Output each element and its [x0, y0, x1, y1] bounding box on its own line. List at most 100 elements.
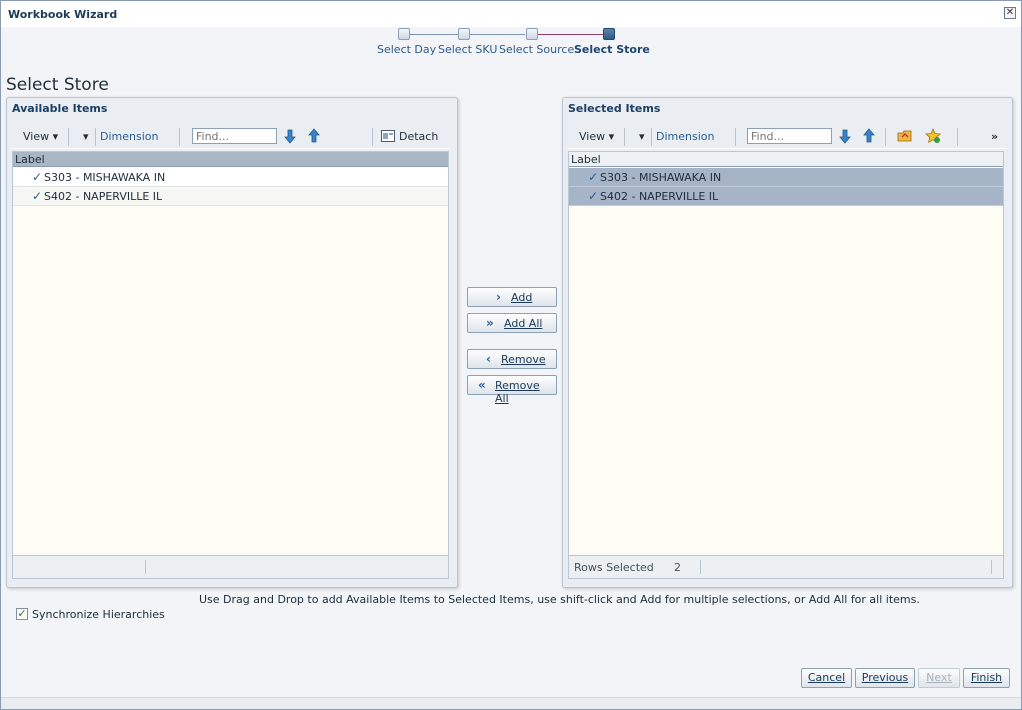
find-input[interactable]	[192, 128, 277, 144]
double-chevron-left-icon: «	[478, 378, 486, 392]
dimension-link[interactable]: Dimension	[656, 130, 714, 143]
train-stop-select-store	[603, 28, 615, 40]
table-row[interactable]: ✓ S402 - NAPERVILLE IL	[569, 187, 1003, 206]
add-button-label: Add	[511, 291, 533, 304]
close-icon[interactable]: ✕	[1004, 7, 1016, 19]
selected-items-panel: Selected Items View ▾ ▾ Dimension Find..…	[562, 97, 1013, 588]
page-title: Select Store	[6, 75, 109, 95]
instruction-text: Use Drag and Drop to add Available Items…	[199, 593, 920, 606]
workbook-wizard-dialog: Workbook Wizard ✕ Select Day Select SKU …	[0, 0, 1022, 710]
table-row[interactable]: ✓ S303 - MISHAWAKA IN	[13, 168, 448, 187]
train-connector	[469, 34, 525, 35]
table-row[interactable]: ✓ S402 - NAPERVILLE IL	[13, 187, 448, 206]
selected-items-heading: Selected Items	[568, 102, 661, 115]
train-connector	[537, 34, 603, 35]
next-button-label: Next	[926, 671, 952, 684]
toolbar-divider	[885, 128, 886, 146]
available-toolbar: View ▾ ▾ Dimension Detach	[11, 125, 451, 149]
folder-icon[interactable]	[897, 128, 913, 144]
selected-items-table: Label ✓ S303 - MISHAWAKA IN ✓ S402 - NAP…	[568, 151, 1004, 579]
toolbar-divider	[95, 128, 96, 146]
view-menu-label: View	[23, 130, 50, 143]
train-stop-select-sku[interactable]	[458, 28, 470, 40]
table-row[interactable]: ✓ S303 - MISHAWAKA IN	[569, 168, 1003, 187]
more-overflow-icon[interactable]: »	[991, 130, 998, 143]
available-items-panel: Available Items View ▾ ▾ Dimension Detac…	[6, 97, 458, 588]
remove-button[interactable]: ‹ Remove	[467, 349, 557, 369]
previous-button[interactable]: Previous	[855, 668, 915, 688]
available-items-table: Label ✓ S303 - MISHAWAKA IN ✓ S402 - NAP…	[12, 151, 449, 579]
favorite-add-icon[interactable]	[925, 128, 941, 144]
table-footer: Rows Selected 2	[569, 555, 1003, 578]
find-input[interactable]	[747, 128, 832, 144]
checkmark-icon: ✓	[32, 189, 43, 203]
cancel-button-label: Cancel	[807, 671, 846, 684]
available-items-heading: Available Items	[12, 102, 108, 115]
finish-button[interactable]: Finish	[963, 668, 1010, 688]
find-next-icon[interactable]	[837, 128, 853, 144]
find-previous-icon[interactable]	[861, 128, 877, 144]
remove-all-button-label: Remove All	[495, 379, 540, 405]
window-title: Workbook Wizard	[8, 8, 118, 21]
train-stop-select-day[interactable]	[398, 28, 410, 40]
column-header-label[interactable]: Label	[13, 152, 448, 167]
toolbar-divider	[957, 128, 958, 146]
row-label: S402 - NAPERVILLE IL	[44, 190, 163, 203]
rows-selected-count: 2	[674, 561, 681, 574]
detach-button[interactable]: Detach	[399, 130, 438, 143]
add-all-button[interactable]: » Add All	[467, 313, 557, 333]
row-label: S303 - MISHAWAKA IN	[600, 171, 722, 184]
column-header-label[interactable]: Label	[569, 152, 1003, 167]
add-all-button-label: Add All	[504, 317, 543, 330]
view-menu[interactable]: View ▾	[23, 130, 58, 143]
find-previous-icon[interactable]	[306, 128, 322, 144]
footer-divider	[145, 560, 146, 574]
toolbar-divider	[179, 128, 180, 146]
detach-icon[interactable]	[380, 128, 396, 144]
column-header-text: Label	[15, 153, 45, 166]
add-button[interactable]: › Add	[467, 287, 557, 307]
column-header-text: Label	[571, 153, 601, 166]
remove-button-label: Remove	[501, 353, 546, 366]
view-menu[interactable]: View ▾	[579, 130, 614, 143]
train-stop-select-source[interactable]	[526, 28, 538, 40]
view-menu-label: View	[579, 130, 606, 143]
checkmark-icon: ✓	[32, 170, 43, 184]
finish-button-label: Finish	[970, 671, 1003, 684]
chevron-right-icon: ›	[496, 290, 501, 304]
checkbox-checked-icon[interactable]: ✓	[16, 608, 28, 620]
train-connector	[409, 34, 463, 35]
title-bar: Workbook Wizard ✕	[1, 1, 1021, 27]
synchronize-hierarchies-label: Synchronize Hierarchies	[32, 608, 165, 621]
toolbar-divider	[624, 128, 625, 146]
find-next-icon[interactable]	[282, 128, 298, 144]
toolbar-divider	[735, 128, 736, 146]
train-label-select-day[interactable]: Select Day	[377, 43, 436, 56]
footer-divider	[991, 560, 992, 574]
wizard-train: Select Day Select SKU Select Source Sele…	[371, 27, 661, 61]
dimension-dropdown-icon[interactable]: ▾	[639, 130, 645, 143]
double-chevron-right-icon: »	[486, 316, 494, 330]
toolbar-divider	[372, 128, 373, 146]
row-label: S303 - MISHAWAKA IN	[44, 171, 166, 184]
row-label: S402 - NAPERVILLE IL	[600, 190, 719, 203]
dimension-link[interactable]: Dimension	[100, 130, 158, 143]
remove-all-button[interactable]: « Remove All	[467, 375, 557, 405]
previous-button-label: Previous	[861, 671, 909, 684]
train-label-select-store: Select Store	[574, 43, 650, 56]
toolbar-divider	[68, 128, 69, 146]
selected-toolbar: View ▾ ▾ Dimension »	[567, 125, 1006, 149]
checkmark-icon: ✓	[588, 170, 599, 184]
table-footer	[13, 555, 448, 578]
dimension-dropdown-icon[interactable]: ▾	[83, 130, 89, 143]
train-label-select-sku[interactable]: Select SKU	[438, 43, 497, 56]
status-bar	[1, 697, 1021, 709]
footer-divider	[700, 560, 701, 574]
next-button: Next	[918, 668, 960, 688]
rows-selected-label: Rows Selected	[574, 561, 654, 574]
train-label-select-source[interactable]: Select Source	[499, 43, 574, 56]
chevron-left-icon: ‹	[486, 352, 491, 366]
toolbar-divider	[651, 128, 652, 146]
checkmark-icon: ✓	[588, 189, 599, 203]
cancel-button[interactable]: Cancel	[801, 668, 852, 688]
